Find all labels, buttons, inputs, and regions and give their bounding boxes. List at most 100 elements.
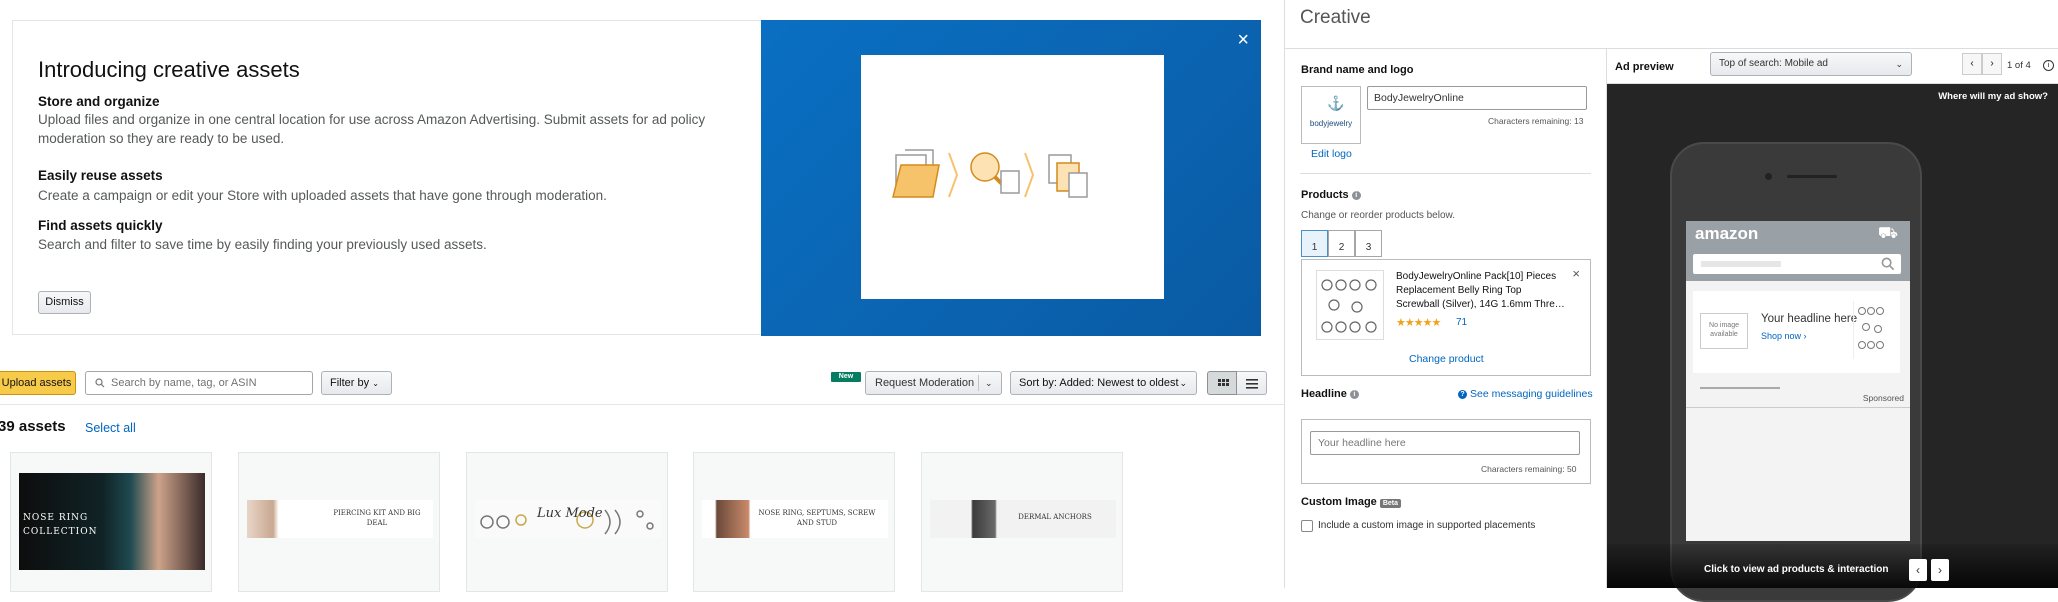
custom-image-label: Custom Image Beta [1301, 496, 1402, 508]
brand-section-label: Brand name and logo [1301, 64, 1414, 76]
dismiss-button[interactable]: Dismiss [38, 291, 91, 314]
phone-screen: amazon ⛟ No image available Your headlin… [1686, 221, 1910, 541]
close-icon[interactable]: × [1237, 30, 1249, 50]
list-icon [1246, 379, 1258, 389]
sort-label: Sort by: Added: Newest to oldest [1019, 377, 1179, 389]
divider [1686, 407, 1910, 408]
creative-assets-pane: Introducing creative assets Store and or… [0, 0, 1284, 592]
list-view-toggle[interactable] [1237, 371, 1267, 395]
product-tab-3[interactable]: 3 [1355, 230, 1382, 257]
amazon-logo: amazon [1695, 224, 1759, 243]
no-image-placeholder: No image available [1700, 313, 1748, 349]
ad-preview-panel: Ad preview Top of search: Mobile ad ⌄ ‹ … [1606, 49, 2058, 602]
prev-page-button[interactable]: ‹ [1962, 53, 1982, 75]
headline-box: Your headline here Characters remaining:… [1301, 419, 1591, 484]
chevron-left-icon[interactable]: ‹ [1909, 559, 1927, 581]
filter-label: Filter by [330, 377, 370, 389]
ad-headline: Your headline here [1761, 313, 1858, 325]
intro-panel: Introducing creative assets Store and or… [12, 20, 1261, 336]
asset-thumbnail-text: Lux Mode [537, 506, 603, 521]
amazon-header: amazon ⛟ [1686, 221, 1910, 281]
belly-ring-image [1858, 307, 1884, 349]
phone-camera [1765, 173, 1772, 180]
ad-preview-label: Ad preview [1615, 61, 1674, 73]
beta-badge: Beta [1379, 499, 1402, 508]
asset-card[interactable]: NOSE RING COLLECTION [10, 452, 212, 592]
search-input[interactable]: Search by name, tag, or ASIN [85, 371, 313, 395]
preview-stage: Where will my ad show? amazon ⛟ No image… [1607, 84, 2058, 602]
product-tab-2[interactable]: 2 [1328, 230, 1355, 257]
asset-card[interactable]: NOSE RING, SEPTUMS, SCREW AND STUD [693, 452, 895, 592]
edit-logo-link[interactable]: Edit logo [1311, 148, 1352, 160]
custom-image-checkbox[interactable] [1301, 520, 1313, 532]
headline-label: Headline i [1301, 388, 1359, 400]
feature-text-find: Search and filter to save time by easily… [38, 237, 487, 252]
phone-speaker [1787, 175, 1837, 178]
asset-thumbnail: DERMAL ANCHORS [930, 500, 1116, 538]
products-label: Products i [1301, 189, 1361, 201]
logo-icon: ⚓ [1327, 95, 1345, 111]
grid-view-toggle[interactable] [1207, 371, 1237, 395]
placement-dropdown[interactable]: Top of search: Mobile ad ⌄ [1710, 52, 1912, 76]
asset-card[interactable]: PIERCING KIT AND BIG DEAL [238, 452, 440, 592]
select-all-link[interactable]: Select all [85, 421, 136, 435]
intro-illustration-banner: × [761, 20, 1261, 336]
creative-editor-pane: Creative Brand name and logo ⚓ bodyjewel… [1284, 0, 2058, 602]
shop-now-link[interactable]: Shop now › [1761, 331, 1807, 341]
new-badge: New [831, 372, 861, 382]
filter-by-dropdown[interactable]: Filter by ⌄ [321, 371, 392, 395]
logo-text: bodyjewelry [1309, 119, 1353, 128]
grid-icon [1218, 379, 1229, 386]
star-rating: ★★★★★ [1396, 317, 1441, 329]
request-moderation-dropdown[interactable]: Request Moderation ⌄ [865, 371, 1002, 395]
cart-icon: ⛟ [1877, 225, 1898, 242]
asset-card[interactable]: Lux Mode [466, 452, 668, 592]
chevron-down-icon: ⌄ [1895, 59, 1903, 69]
asset-thumbnail-text: NOSE RING COLLECTION [23, 513, 98, 537]
feature-text-store: Upload files and organize in one central… [38, 112, 706, 146]
sponsored-label: Sponsored [1862, 393, 1904, 403]
info-icon: i [1351, 191, 1361, 200]
product-thumbnail [1853, 301, 1900, 359]
rating-count[interactable]: 71 [1456, 317, 1467, 328]
upload-assets-button[interactable]: Upload assets [0, 371, 76, 395]
sort-dropdown[interactable]: Sort by: Added: Newest to oldest ⌄ [1010, 371, 1197, 395]
messaging-guidelines-link[interactable]: ? See messaging guidelines [1455, 388, 1593, 400]
asset-card[interactable]: DERMAL ANCHORS [921, 452, 1123, 592]
chevron-down-icon: ⌄ [1179, 378, 1187, 388]
view-products-interaction-text[interactable]: Click to view ad products & interaction [1704, 564, 1888, 575]
info-icon: i [2043, 60, 2054, 71]
help-icon: ? [1458, 390, 1467, 399]
brand-chars-remaining: Characters remaining: 13 [1488, 116, 1584, 126]
asset-thumbnail: PIERCING KIT AND BIG DEAL [247, 500, 433, 538]
search-bar [1693, 254, 1901, 274]
page-title: Creative [1300, 7, 1371, 28]
product-remove-icon[interactable]: × [1572, 266, 1580, 281]
sponsored-ad-card[interactable]: No image available Your headline here Sh… [1693, 291, 1900, 373]
headline-input[interactable]: Your headline here [1310, 431, 1580, 455]
creative-form: Brand name and logo ⚓ bodyjewelry BodyJe… [1285, 49, 1605, 579]
assets-workflow-illustration [892, 149, 1088, 198]
headline-chars-remaining: Characters remaining: 50 [1481, 464, 1577, 474]
asset-thumbnail-text: PIERCING KIT AND BIG DEAL [333, 509, 421, 527]
asset-count: 39 assets [0, 418, 66, 435]
asset-thumbnail-text: DERMAL ANCHORS [1018, 513, 1092, 521]
product-tab-1[interactable]: 1 [1301, 230, 1328, 257]
search-icon [1881, 257, 1895, 271]
carousel-scrollbar [1700, 387, 1780, 389]
products-hint: Change or reorder products below. [1301, 210, 1455, 221]
where-will-my-ad-show-link[interactable]: Where will my ad show? [1938, 91, 2048, 102]
belly-ring-image [1321, 279, 1377, 333]
brand-name-field[interactable]: BodyJewelryOnline [1367, 86, 1587, 110]
product-title: BodyJewelryOnline Pack[10] Pieces Replac… [1396, 271, 1565, 310]
brand-logo[interactable]: ⚓ bodyjewelry [1301, 86, 1361, 144]
divider [0, 404, 1284, 405]
feature-text-reuse: Create a campaign or edit your Store wit… [38, 188, 607, 203]
next-page-button[interactable]: › [1982, 53, 2002, 75]
feature-heading-find: Find assets quickly [38, 218, 163, 233]
preview-bottom-bar: Click to view ad products & interaction … [1607, 544, 2058, 588]
change-product-link[interactable]: Change product [1409, 353, 1484, 365]
intro-title: Introducing creative assets [38, 57, 300, 82]
chevron-right-icon[interactable]: › [1931, 559, 1949, 581]
asset-thumbnail: NOSE RING, SEPTUMS, SCREW AND STUD [702, 500, 888, 538]
